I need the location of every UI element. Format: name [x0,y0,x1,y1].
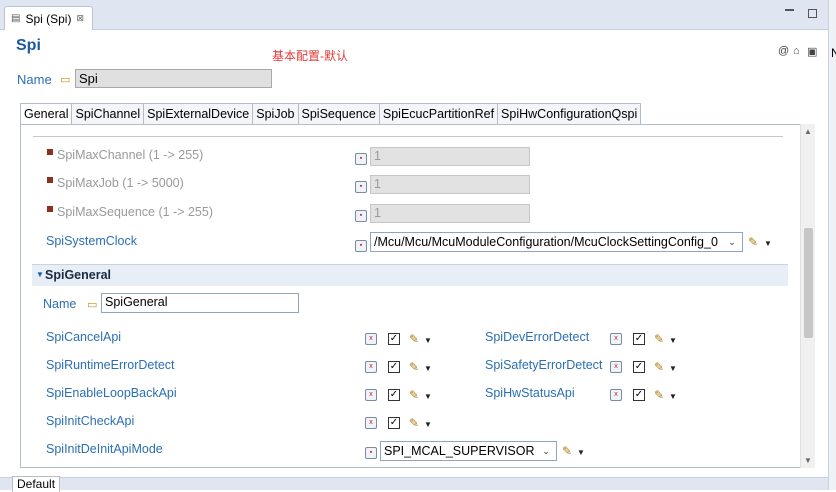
reference-icon: ▪ [355,240,367,252]
tab-spiexternaldevice[interactable]: SpiExternalDevice [144,103,254,125]
chevron-down-icon[interactable]: ⌄ [725,237,739,248]
spi-enable-loop-back-api-checkbox[interactable]: ✓ [388,389,400,401]
spi-init-deinit-api-mode-value: SPI_MCAL_SUPERVISOR [384,444,535,458]
maximize-icon[interactable] [808,9,817,18]
spi-max-sequence-label: SpiMaxSequence (1 -> 255) [57,205,213,219]
scroll-up-icon[interactable]: ▲ [804,127,812,136]
config-tabs: General SpiChannel SpiExternalDevice Spi… [20,103,642,125]
home-icon[interactable]: ⌂ [793,45,800,57]
bottom-tab-bar [0,477,828,490]
spi-general-title: SpiGeneral [45,268,111,282]
side-panel-letter: N [831,46,836,60]
editor-tab-bar [0,0,828,30]
scroll-down-icon[interactable]: ▼ [804,456,812,465]
tab-general[interactable]: General [20,103,73,125]
close-icon[interactable]: ⊠ [76,13,84,24]
document-icon[interactable]: ▣ [807,45,817,58]
dropdown-arrow-icon[interactable]: ▼ [764,239,772,248]
boolean-param-icon: x [365,333,377,345]
parameter-icon: ▪ [355,210,367,222]
dropdown-arrow-icon[interactable]: ▼ [577,448,585,457]
boolean-param-icon: x [610,333,622,345]
edit-icon[interactable]: ✎ [654,360,664,374]
tab-spiecucpartitionref[interactable]: SpiEcucPartitionRef [379,103,499,125]
spi-hw-status-api-checkbox[interactable]: ✓ [633,389,645,401]
boolean-param-icon: x [610,389,622,401]
enum-param-icon: ▪ [365,447,377,459]
spi-runtime-error-detect-checkbox[interactable]: ✓ [388,361,400,373]
edit-icon[interactable]: ✎ [409,332,419,346]
spi-init-check-api-checkbox[interactable]: ✓ [388,417,400,429]
spi-init-deinit-api-mode-label: SpiInitDeInitApiMode [46,442,163,456]
page-title: Spi [16,37,41,54]
dropdown-arrow-icon[interactable]: ▼ [669,364,677,373]
annotation-note: 基本配置-默认 [272,49,348,63]
spi-general-name-field[interactable]: SpiGeneral [101,293,299,313]
editor-tab-label: Spi (Spi) [25,11,72,26]
spi-safety-error-detect-label: SpiSafetyErrorDetect [485,358,603,372]
minimize-icon[interactable] [785,9,794,11]
spi-max-channel-field[interactable]: 1 [370,147,530,166]
spi-max-sequence-field[interactable]: 1 [370,204,530,223]
spi-system-clock-select[interactable]: /Mcu/Mcu/McuModuleConfiguration/McuClock… [370,232,743,252]
edit-icon[interactable]: ✎ [409,388,419,402]
right-side-panel: N [828,0,836,490]
boolean-param-icon: x [365,389,377,401]
boolean-param-icon: x [365,361,377,373]
mandatory-marker [47,177,53,183]
dropdown-arrow-icon[interactable]: ▼ [424,364,432,373]
spi-dev-error-detect-label: SpiDevErrorDetect [485,330,590,344]
spi-hw-status-api-label: SpiHwStatusApi [485,386,575,400]
boolean-param-icon: x [365,417,377,429]
edit-icon[interactable]: ✎ [654,388,664,402]
spi-general-section-header[interactable] [32,264,788,286]
name-field[interactable]: Spi [75,69,272,88]
editor-tab-spi[interactable]: ▤ Spi (Spi) ⊠ [4,6,94,30]
mandatory-marker [47,206,53,212]
collapse-icon[interactable]: ▼ [36,270,44,279]
scrollbar-thumb[interactable] [804,228,813,338]
name-label: Name [17,72,52,87]
spi-cancel-api-checkbox[interactable]: ✓ [388,333,400,345]
tab-spisequence[interactable]: SpiSequence [298,103,380,125]
parameter-icon: ▪ [355,181,367,193]
divider [33,136,783,137]
tab-spijob[interactable]: SpiJob [253,103,299,125]
folder-icon: ▭ [60,74,71,86]
tab-spihwconfigurationqspi[interactable]: SpiHwConfigurationQspi [498,103,642,125]
spi-init-check-api-label: SpiInitCheckApi [46,414,135,428]
dropdown-arrow-icon[interactable]: ▼ [669,392,677,401]
chevron-down-icon[interactable]: ⌄ [539,446,553,457]
edit-icon[interactable]: ✎ [409,416,419,430]
spi-max-job-field[interactable]: 1 [370,175,530,194]
file-icon: ▤ [11,13,21,24]
spi-general-name-label: Name [43,297,77,311]
vertical-scrollbar[interactable]: ▲ ▼ [800,124,815,468]
edit-icon[interactable]: ✎ [748,235,758,249]
dropdown-arrow-icon[interactable]: ▼ [424,392,432,401]
spi-runtime-error-detect-label: SpiRuntimeErrorDetect [46,358,175,372]
dropdown-arrow-icon[interactable]: ▼ [424,336,432,345]
dropdown-arrow-icon[interactable]: ▼ [424,420,432,429]
spi-safety-error-detect-checkbox[interactable]: ✓ [633,361,645,373]
folder-icon: ▭ [87,299,98,311]
spi-init-deinit-api-mode-select[interactable]: SPI_MCAL_SUPERVISOR ⌄ [380,441,557,461]
tab-spichannel[interactable]: SpiChannel [72,103,145,125]
boolean-param-icon: x [610,361,622,373]
spi-dev-error-detect-checkbox[interactable]: ✓ [633,333,645,345]
spi-enable-loop-back-api-label: SpiEnableLoopBackApi [46,386,177,400]
edit-icon[interactable]: ✎ [654,332,664,346]
edit-icon[interactable]: ✎ [562,444,572,458]
spi-system-clock-value: /Mcu/Mcu/McuModuleConfiguration/McuClock… [374,235,718,249]
spi-max-channel-label: SpiMaxChannel (1 -> 255) [57,148,204,162]
dropdown-arrow-icon[interactable]: ▼ [669,336,677,345]
mandatory-marker [47,149,53,155]
parameter-icon: ▪ [355,153,367,165]
spi-system-clock-label: SpiSystemClock [46,234,137,248]
edit-icon[interactable]: ✎ [409,360,419,374]
spi-cancel-api-label: SpiCancelApi [46,330,122,344]
general-panel: SpiMaxChannel (1 -> 255) ▪ 1 SpiMaxJob (… [20,124,815,468]
spi-max-job-label: SpiMaxJob (1 -> 5000) [57,176,184,190]
help-icon[interactable]: @ [778,45,789,57]
